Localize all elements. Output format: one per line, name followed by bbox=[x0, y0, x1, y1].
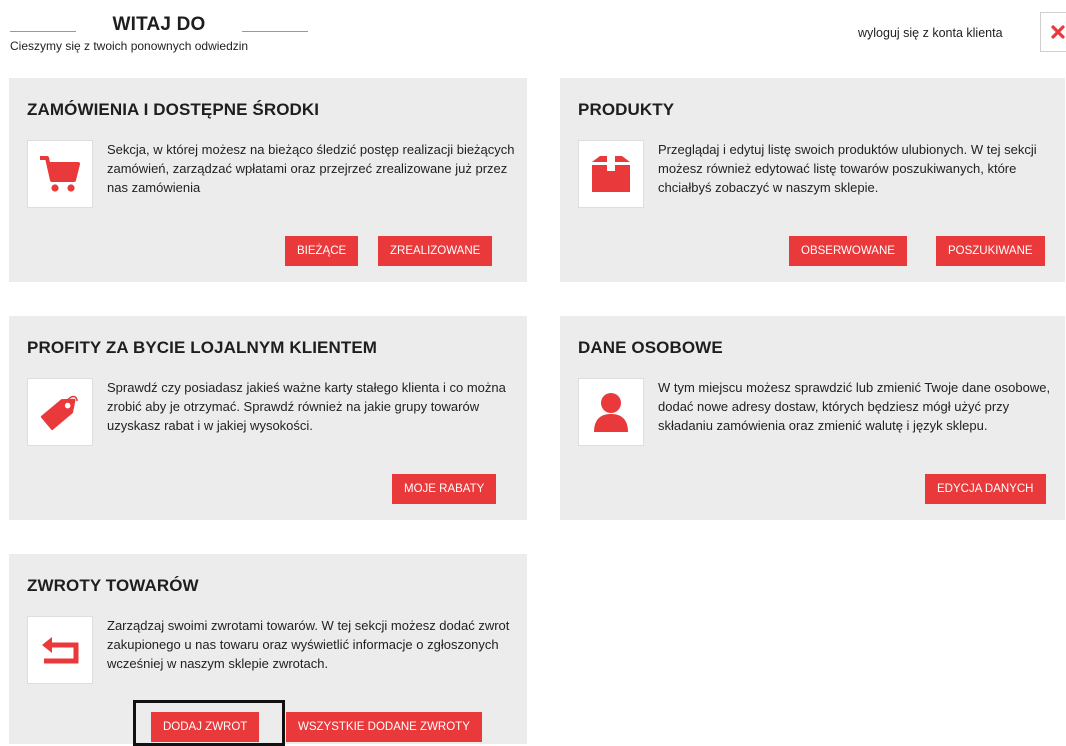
card-products-title: PRODUKTY bbox=[578, 100, 675, 119]
card-products-description: Przeglądaj i edytuj listę swoich produkt… bbox=[658, 142, 1037, 195]
card-orders-title: ZAMÓWIENIA I DOSTĘPNE ŚRODKI bbox=[27, 100, 320, 119]
card-orders-icon-box bbox=[27, 140, 93, 208]
card-loyalty-title: PROFITY ZA BYCIE LOJALNYM KLIENTEM bbox=[27, 338, 378, 357]
card-returns-icon-box bbox=[27, 616, 93, 684]
price-tag-icon bbox=[40, 395, 78, 431]
welcome-subtitle: Cieszymy się z twoich ponownych odwiedzi… bbox=[10, 39, 249, 53]
logout-link[interactable]: wyloguj się z konta klienta bbox=[858, 26, 1003, 40]
all-returns-button[interactable]: WSZYSTKIE DODANE ZWROTY bbox=[286, 712, 482, 742]
header: WITAJ DO Cieszymy się z twoich ponownych… bbox=[0, 0, 1066, 70]
box-icon bbox=[592, 156, 630, 192]
card-products-icon-box bbox=[578, 140, 644, 208]
add-return-button[interactable]: DODAJ ZWROT bbox=[151, 712, 260, 742]
page-title: WITAJ DO bbox=[112, 14, 206, 35]
card-returns: ZWROTY TOWARÓW Zarządzaj swoimi zwrotami… bbox=[9, 554, 527, 744]
completed-orders-button[interactable]: ZREALIZOWANE bbox=[378, 236, 493, 266]
close-icon bbox=[1051, 25, 1065, 39]
watched-products-button[interactable]: OBSERWOWANE bbox=[789, 236, 907, 266]
card-loyalty-icon-box bbox=[27, 378, 93, 446]
card-orders-description: Sekcja, w której możesz na bieżąco śledz… bbox=[107, 142, 515, 195]
card-personal-data-title: DANE OSOBOWE bbox=[578, 338, 723, 357]
my-discounts-button[interactable]: MOJE RABATY bbox=[392, 474, 497, 504]
card-personal-data-description: W tym miejscu możesz sprawdzić lub zmien… bbox=[658, 380, 1051, 433]
card-orders: ZAMÓWIENIA I DOSTĘPNE ŚRODKI Sekcja, w k… bbox=[9, 78, 527, 282]
card-personal-data-icon-box bbox=[578, 378, 644, 446]
return-arrow-icon bbox=[42, 637, 79, 664]
welcome-title-block: WITAJ DO bbox=[10, 14, 308, 36]
wanted-products-button[interactable]: POSZUKIWANE bbox=[936, 236, 1045, 266]
shopping-cart-icon bbox=[40, 156, 80, 192]
card-loyalty-description: Sprawdź czy posiadasz jakieś ważne karty… bbox=[107, 380, 506, 433]
title-divider-right bbox=[242, 31, 308, 32]
current-orders-button[interactable]: BIEŻĄCE bbox=[285, 236, 359, 266]
card-returns-title: ZWROTY TOWARÓW bbox=[27, 576, 199, 595]
close-button[interactable] bbox=[1040, 12, 1066, 52]
card-products: PRODUKTY Przeglądaj i edytuj listę swoic… bbox=[560, 78, 1065, 282]
user-icon bbox=[594, 393, 628, 432]
card-personal-data: DANE OSOBOWE W tym miejscu możesz sprawd… bbox=[560, 316, 1065, 520]
card-loyalty: PROFITY ZA BYCIE LOJALNYM KLIENTEM Spraw… bbox=[9, 316, 527, 520]
edit-data-button[interactable]: EDYCJA DANYCH bbox=[925, 474, 1046, 504]
card-returns-description: Zarządzaj swoimi zwrotami towarów. W tej… bbox=[107, 618, 510, 671]
